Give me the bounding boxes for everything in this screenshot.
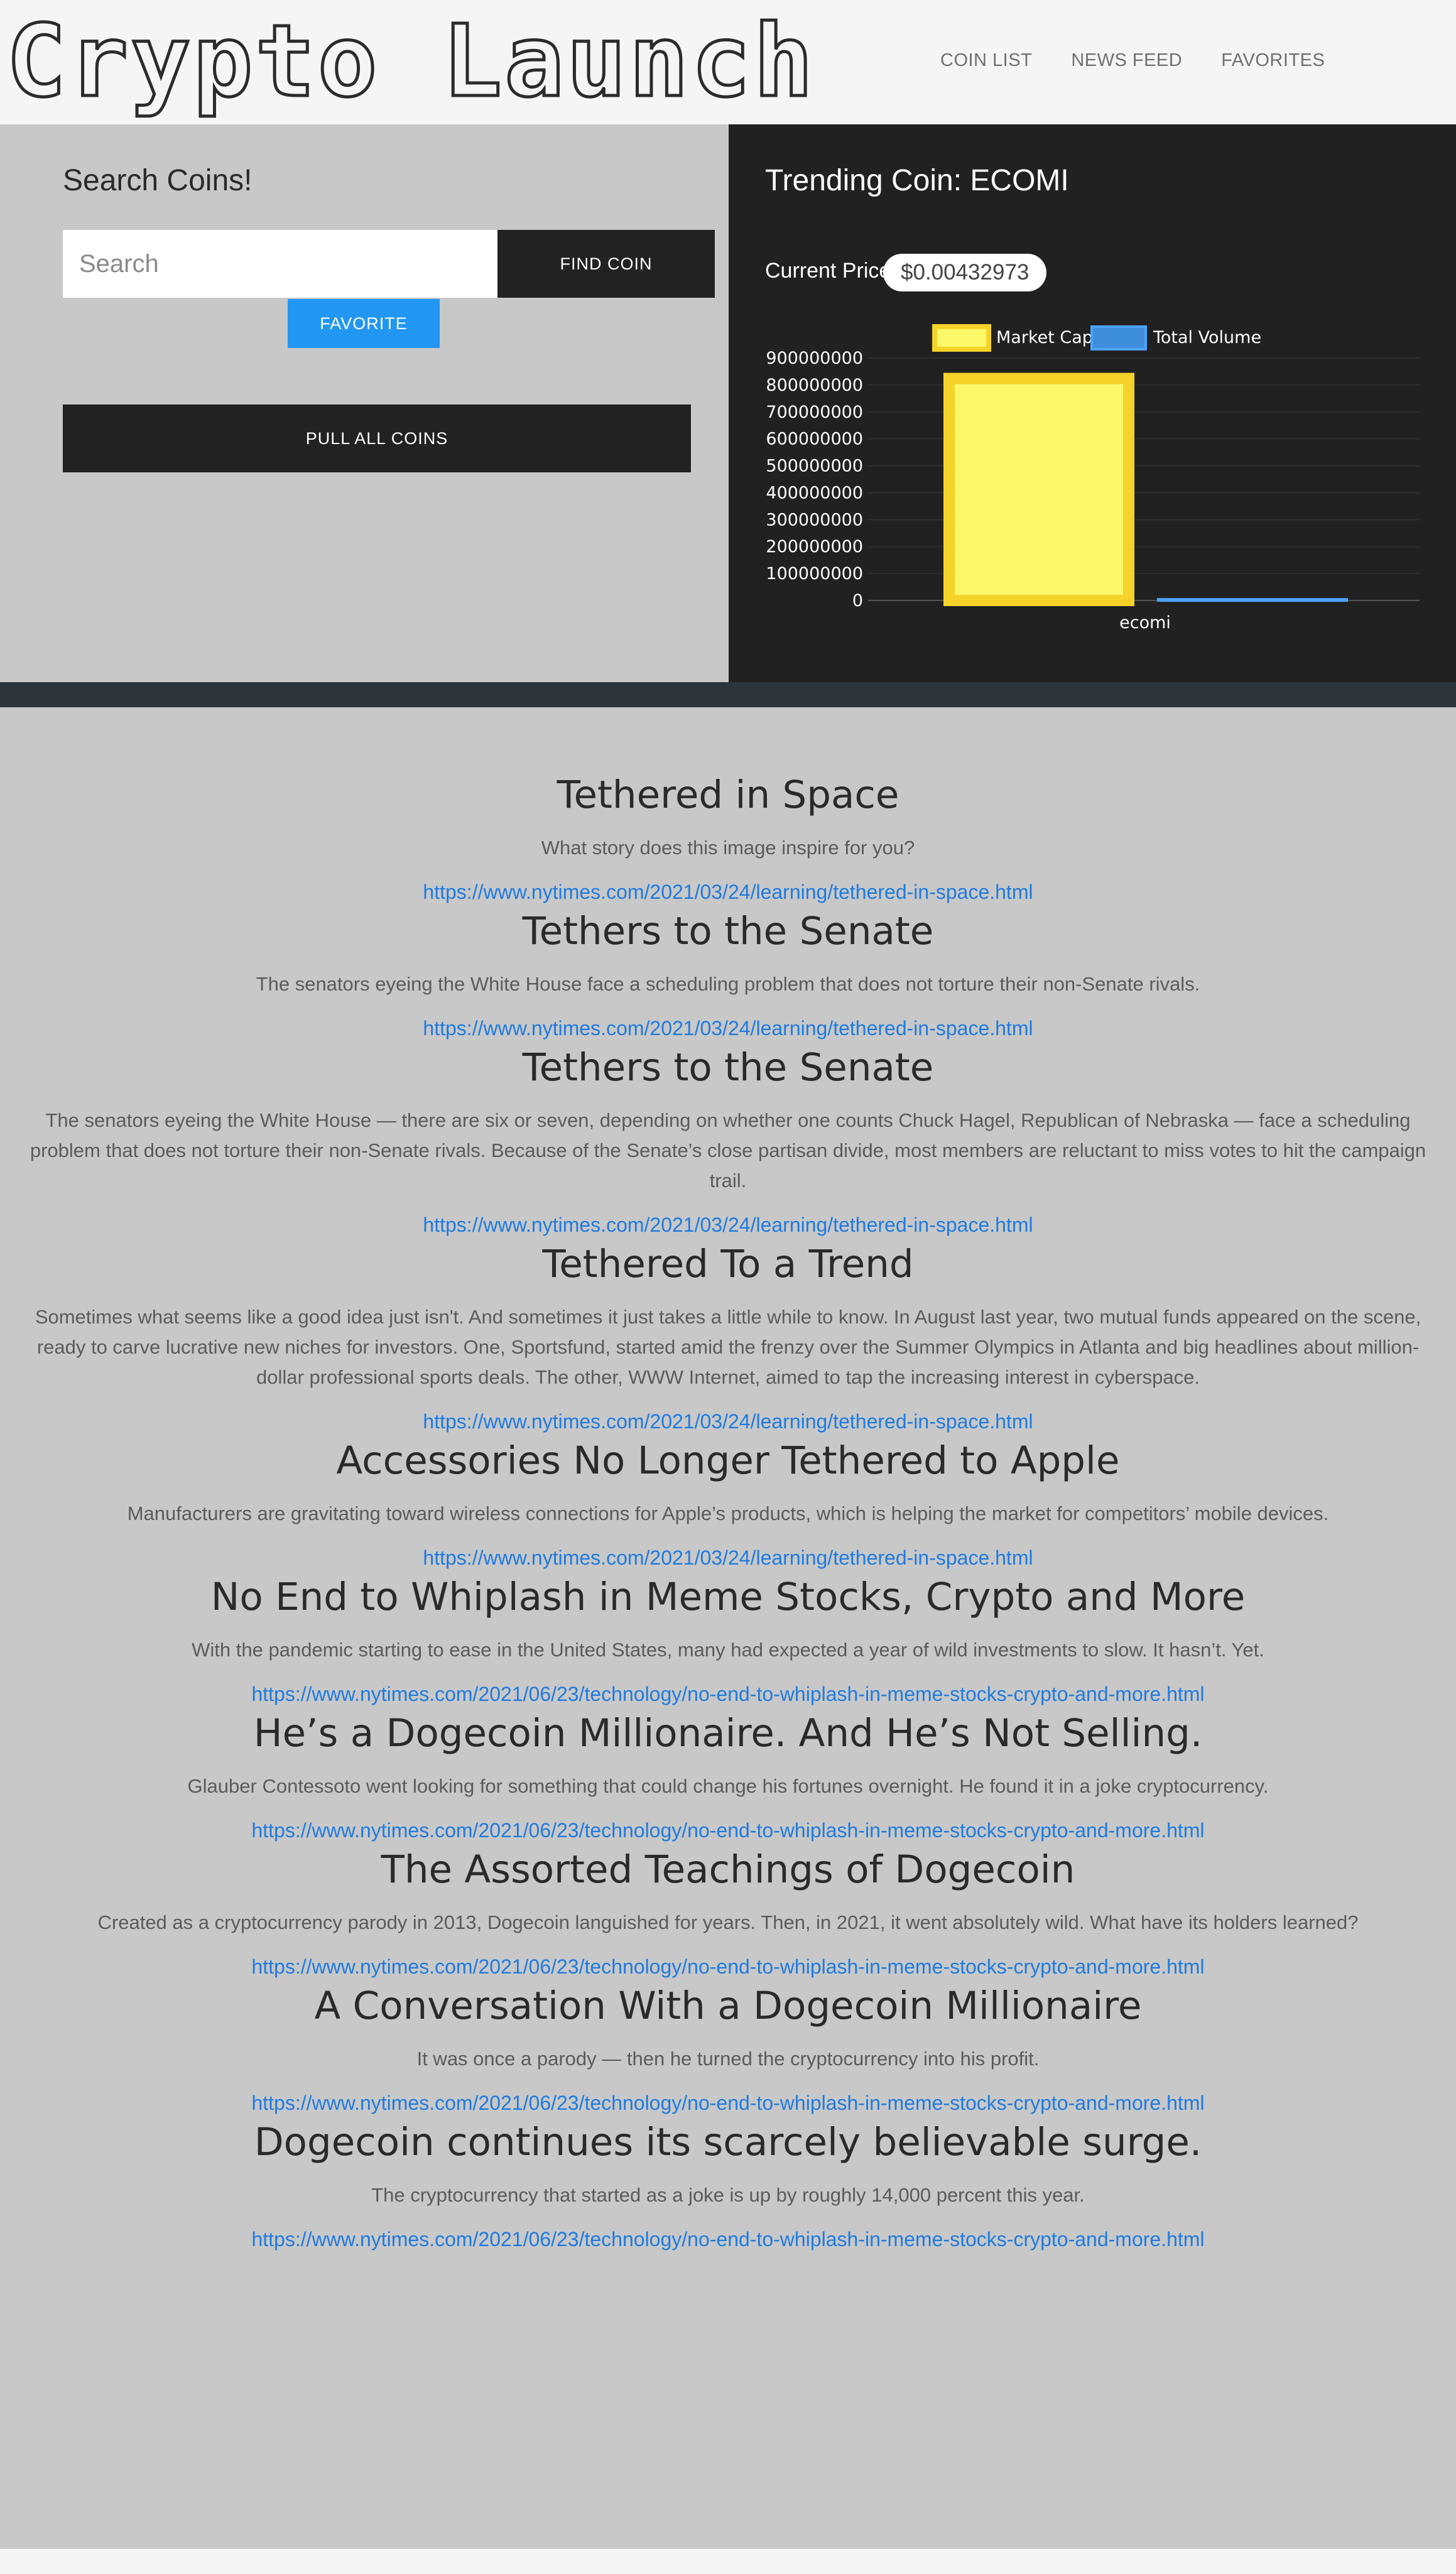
article-link[interactable]: https://www.nytimes.com/2021/03/24/learn…: [0, 1016, 1456, 1041]
y-tick-label: 500000000: [766, 457, 863, 476]
y-tick-label: 900000000: [766, 349, 863, 368]
y-tick-label: 200000000: [766, 537, 863, 557]
news-article: A Conversation With a Dogecoin Millionai…: [0, 1979, 1456, 2115]
article-title: Tethered in Space: [557, 773, 899, 817]
article-link[interactable]: https://www.nytimes.com/2021/06/23/techn…: [0, 1954, 1456, 1979]
news-article: Tethered in Space What story does this i…: [0, 768, 1456, 904]
chart-y-axis: 0 100000000 200000000 300000000 400000000 500…: [766, 349, 863, 611]
news-article: Tethers to the Senate The senators eyein…: [0, 904, 1456, 1041]
search-panel: Search Coins! FIND COIN FAVORITE PULL AL…: [0, 124, 729, 682]
article-link[interactable]: https://www.nytimes.com/2021/06/23/techn…: [0, 2227, 1456, 2252]
nav-news-feed[interactable]: NEWS FEED: [1071, 50, 1182, 71]
y-tick-label: 400000000: [766, 483, 863, 502]
y-tick-label: 0: [852, 591, 863, 611]
article-title: Tethered To a Trend: [542, 1242, 914, 1286]
news-article: Tethered To a Trend Sometimes what seems…: [0, 1237, 1456, 1434]
bar-market-cap[interactable]: [943, 372, 1134, 606]
bar-total-volume[interactable]: [1157, 598, 1348, 602]
search-input[interactable]: [63, 230, 497, 298]
site-header: Crypto Launch COIN LIST NEWS FEED FAVORI…: [0, 0, 1456, 124]
article-summary: The senators eyeing the White House face…: [256, 973, 1200, 995]
section-divider: [0, 682, 1456, 707]
article-summary: Manufacturers are gravitating toward wir…: [127, 1502, 1329, 1524]
trending-coin-chart: Market Cap Total Volume 0 100000000 200000…: [766, 324, 1420, 633]
article-title: Tethers to the Senate: [522, 909, 934, 953]
legend-label-market-cap: Market Cap: [996, 328, 1093, 347]
news-feed: Tethered in Space What story does this i…: [0, 707, 1456, 2549]
article-title: A Conversation With a Dogecoin Millionai…: [314, 1984, 1142, 2028]
trending-panel: Trending Coin: ECOMI Current Price: $0.0…: [729, 124, 1456, 682]
article-title: Accessories No Longer Tethered to Apple: [336, 1438, 1120, 1483]
news-article: The Assorted Teachings of Dogecoin Creat…: [0, 1843, 1456, 1979]
nav-favorites[interactable]: FAVORITES: [1221, 50, 1325, 71]
news-article: Accessories No Longer Tethered to Apple …: [0, 1434, 1456, 1570]
pull-all-coins-button[interactable]: PULL ALL COINS: [63, 405, 691, 472]
y-tick-label: 800000000: [766, 376, 863, 395]
news-article: He’s a Dogecoin Millionaire. And He’s No…: [0, 1707, 1456, 1843]
search-panel-title: Search Coins!: [63, 164, 253, 197]
find-coin-button[interactable]: FIND COIN: [497, 230, 715, 298]
x-tick-label: ecomi: [1119, 613, 1171, 633]
article-link[interactable]: https://www.nytimes.com/2021/03/24/learn…: [0, 1545, 1456, 1570]
article-summary: With the pandemic starting to ease in th…: [192, 1639, 1264, 1661]
article-summary: Created as a cryptocurrency parody in 20…: [97, 1911, 1359, 1933]
y-tick-label: 600000000: [766, 430, 863, 449]
article-link[interactable]: https://www.nytimes.com/2021/03/24/learn…: [0, 1409, 1456, 1434]
article-summary: It was once a parody — then he turned th…: [416, 2048, 1040, 2070]
article-link[interactable]: https://www.nytimes.com/2021/03/24/learn…: [0, 1212, 1456, 1237]
news-list: Tethered in Space What story does this i…: [0, 768, 1456, 2252]
article-link[interactable]: https://www.nytimes.com/2021/03/24/learn…: [0, 879, 1456, 904]
article-title: No End to Whiplash in Meme Stocks, Crypt…: [210, 1575, 1246, 1619]
article-title: Dogecoin continues its scarcely believab…: [254, 2120, 1202, 2164]
article-title: Tethers to the Senate: [522, 1045, 934, 1090]
favorite-button[interactable]: FAVORITE: [288, 299, 440, 348]
article-title: The Assorted Teachings of Dogecoin: [381, 1847, 1075, 1892]
news-article: No End to Whiplash in Meme Stocks, Crypt…: [0, 1570, 1456, 1707]
legend-swatch-total-volume[interactable]: [1090, 325, 1147, 350]
article-link[interactable]: https://www.nytimes.com/2021/06/23/techn…: [0, 1818, 1456, 1843]
legend-label-total-volume: Total Volume: [1153, 328, 1261, 347]
article-summary: Sometimes what seems like a good idea ju…: [35, 1306, 1421, 1388]
news-article: Tethers to the Senate The senators eyein…: [0, 1041, 1456, 1237]
y-tick-label: 100000000: [766, 564, 863, 584]
main-nav: COIN LIST NEWS FEED FAVORITES: [940, 50, 1364, 71]
y-tick-label: 700000000: [766, 403, 863, 422]
article-summary: Glauber Contessoto went looking for some…: [187, 1775, 1269, 1797]
article-link[interactable]: https://www.nytimes.com/2021/06/23/techn…: [0, 2090, 1456, 2115]
legend-swatch-market-cap[interactable]: [932, 324, 991, 352]
y-tick-label: 300000000: [766, 510, 863, 529]
article-summary: The cryptocurrency that started as a jok…: [371, 2184, 1085, 2206]
site-logo[interactable]: Crypto Launch: [5, 4, 816, 120]
article-title: He’s a Dogecoin Millionaire. And He’s No…: [253, 1711, 1203, 1756]
news-article: Dogecoin continues its scarcely believab…: [0, 2115, 1456, 2252]
article-summary: What story does this image inspire for y…: [541, 837, 915, 859]
article-summary: The senators eyeing the White House — th…: [30, 1109, 1426, 1192]
nav-coin-list[interactable]: COIN LIST: [940, 50, 1032, 71]
chart-legend: Market Cap Total Volume: [932, 324, 1261, 352]
article-link[interactable]: https://www.nytimes.com/2021/06/23/techn…: [0, 1681, 1456, 1707]
